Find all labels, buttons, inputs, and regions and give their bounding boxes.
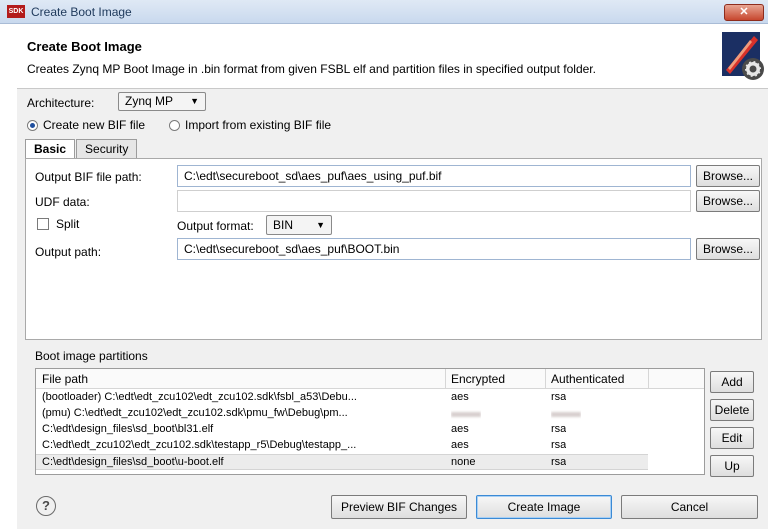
column-header-encrypted[interactable]: Encrypted bbox=[451, 372, 505, 386]
import-bif-label: Import from existing BIF file bbox=[185, 118, 332, 132]
output-path-label: Output path: bbox=[35, 245, 102, 259]
dialog-body: Architecture: Zynq MP ▼ Create new BIF f… bbox=[17, 89, 768, 529]
output-bif-label: Output BIF file path: bbox=[35, 170, 142, 184]
split-label: Split bbox=[56, 217, 80, 231]
sdk-app-icon: SDK bbox=[7, 5, 25, 18]
browse-udf-button[interactable]: Browse... bbox=[696, 190, 760, 212]
table-row[interactable]: C:\edt\edt_zcu102\edt_zcu102.sdk\testapp… bbox=[36, 438, 704, 454]
output-format-label: Output format: bbox=[177, 219, 254, 233]
row-authenticated: rsa bbox=[551, 391, 567, 403]
header-description: Creates Zynq MP Boot Image in .bin forma… bbox=[27, 62, 596, 76]
delete-partition-button[interactable]: Delete bbox=[710, 399, 754, 421]
output-format-value: BIN bbox=[273, 218, 294, 232]
table-row-selected[interactable]: C:\edt\design_files\sd_boot\u-boot.elf n… bbox=[36, 454, 648, 470]
architecture-label: Architecture: bbox=[27, 96, 95, 110]
import-bif-radio[interactable] bbox=[169, 119, 180, 131]
output-format-select[interactable]: BIN ▼ bbox=[266, 215, 332, 235]
split-checkbox[interactable] bbox=[37, 218, 49, 230]
partitions-table: File path Encrypted Authenticated (bootl… bbox=[35, 368, 705, 475]
window-title: Create Boot Image bbox=[31, 5, 132, 19]
row-encrypted: aes bbox=[451, 439, 469, 451]
row-encrypted: none bbox=[451, 456, 476, 468]
architecture-select[interactable]: Zynq MP ▼ bbox=[118, 92, 206, 111]
cancel-button[interactable]: Cancel bbox=[621, 495, 758, 519]
udf-data-field[interactable] bbox=[177, 190, 691, 212]
title-bar: SDK Create Boot Image ✕ bbox=[0, 0, 768, 24]
preview-bif-button[interactable]: Preview BIF Changes bbox=[331, 495, 467, 519]
create-bif-label: Create new BIF file bbox=[43, 118, 146, 132]
table-header: File path Encrypted Authenticated bbox=[36, 369, 704, 389]
tab-basic[interactable]: Basic bbox=[25, 139, 76, 160]
basic-tab-panel: Output BIF file path: C:\edt\secureboot_… bbox=[25, 158, 762, 340]
row-file-path: C:\edt\edt_zcu102\edt_zcu102.sdk\testapp… bbox=[42, 439, 357, 451]
row-authenticated: rsa bbox=[551, 439, 567, 451]
row-authenticated-redacted bbox=[551, 407, 581, 420]
chevron-down-icon: ▼ bbox=[190, 96, 199, 106]
edit-partition-button[interactable]: Edit bbox=[710, 427, 754, 449]
browse-output-button[interactable]: Browse... bbox=[696, 238, 760, 260]
udf-data-label: UDF data: bbox=[35, 195, 90, 209]
partitions-label: Boot image partitions bbox=[35, 349, 148, 363]
column-divider bbox=[648, 369, 649, 389]
gear-icon bbox=[722, 32, 764, 80]
import-bif-option[interactable]: Import from existing BIF file bbox=[169, 118, 331, 132]
help-icon[interactable]: ? bbox=[36, 496, 56, 516]
row-encrypted-redacted bbox=[451, 407, 481, 420]
dialog-header: Create Boot Image Creates Zynq MP Boot I… bbox=[17, 24, 768, 89]
create-bif-option[interactable]: Create new BIF file bbox=[27, 118, 145, 132]
architecture-value: Zynq MP bbox=[125, 94, 174, 108]
row-file-path: C:\edt\design_files\sd_boot\bl31.elf bbox=[42, 423, 214, 435]
output-path-field[interactable]: C:\edt\secureboot_sd\aes_puf\BOOT.bin bbox=[177, 238, 691, 260]
row-encrypted: aes bbox=[451, 391, 469, 403]
add-partition-button[interactable]: Add bbox=[710, 371, 754, 393]
dialog-left-margin bbox=[0, 24, 17, 529]
row-encrypted: aes bbox=[451, 423, 469, 435]
row-authenticated: rsa bbox=[551, 423, 567, 435]
close-button[interactable]: ✕ bbox=[724, 4, 764, 21]
row-file-path: (pmu) C:\edt\edt_zcu102\edt_zcu102.sdk\p… bbox=[42, 407, 348, 419]
header-title: Create Boot Image bbox=[27, 39, 142, 54]
column-divider bbox=[545, 369, 546, 389]
output-bif-field[interactable]: C:\edt\secureboot_sd\aes_puf\aes_using_p… bbox=[177, 165, 691, 187]
row-file-path: (bootloader) C:\edt\edt_zcu102\edt_zcu10… bbox=[42, 391, 357, 403]
move-up-button[interactable]: Up bbox=[710, 455, 754, 477]
create-bif-radio[interactable] bbox=[27, 119, 38, 131]
column-header-authenticated[interactable]: Authenticated bbox=[551, 372, 624, 386]
chevron-down-icon: ▼ bbox=[316, 220, 325, 230]
row-authenticated: rsa bbox=[551, 456, 567, 468]
column-divider bbox=[445, 369, 446, 389]
table-row[interactable]: (pmu) C:\edt\edt_zcu102\edt_zcu102.sdk\p… bbox=[36, 406, 704, 422]
column-header-file-path[interactable]: File path bbox=[42, 372, 88, 386]
table-row[interactable]: C:\edt\design_files\sd_boot\bl31.elf aes… bbox=[36, 422, 704, 438]
tab-security[interactable]: Security bbox=[76, 139, 138, 159]
create-image-button[interactable]: Create Image bbox=[476, 495, 612, 519]
browse-bif-button[interactable]: Browse... bbox=[696, 165, 760, 187]
row-file-path: C:\edt\design_files\sd_boot\u-boot.elf bbox=[42, 456, 224, 468]
tab-bar: Basic Security bbox=[25, 139, 138, 160]
table-row[interactable]: (bootloader) C:\edt\edt_zcu102\edt_zcu10… bbox=[36, 390, 704, 406]
